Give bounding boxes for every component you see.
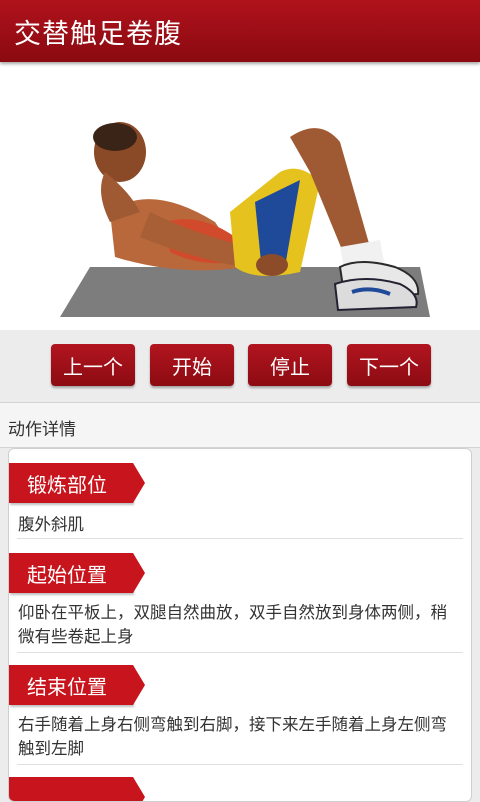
hand bbox=[256, 254, 288, 276]
details-section-title: 动作详情 bbox=[8, 420, 76, 440]
hair bbox=[93, 123, 137, 151]
crunch-figure-image bbox=[60, 122, 430, 317]
detail-tag: 锻炼部位 bbox=[9, 463, 145, 503]
detail-item-target-muscle: 锻炼部位 腹外斜肌 bbox=[9, 463, 471, 543]
detail-tag: 起始位置 bbox=[9, 553, 145, 593]
start-button[interactable]: 开始 bbox=[150, 344, 234, 386]
divider bbox=[17, 652, 463, 653]
detail-tag: 结束位置 bbox=[9, 665, 145, 705]
details-card[interactable]: 锻炼部位 腹外斜肌 起始位置 仰卧在平板上，双腿自然曲放，双手自然放到身体两侧，… bbox=[8, 448, 472, 802]
detail-text: 仰卧在平板上，双腿自然曲放，双手自然放到身体两侧，稍微有些卷起上身 bbox=[18, 603, 447, 646]
divider bbox=[17, 538, 463, 539]
title-bar: 交替触足卷腹 bbox=[0, 0, 480, 62]
detail-text: 腹外斜肌 bbox=[18, 515, 84, 534]
exercise-illustration bbox=[0, 62, 480, 330]
page-title: 交替触足卷腹 bbox=[14, 19, 182, 50]
detail-text: 右手随着上身右侧弯触到右脚，接下来左手随着上身左侧弯触到左脚 bbox=[18, 715, 447, 758]
detail-item-start-position: 起始位置 仰卧在平板上，双腿自然曲放，双手自然放到身体两侧，稍微有些卷起上身 bbox=[9, 553, 471, 653]
detail-tag-partial bbox=[9, 777, 145, 801]
exercise-controls: 上一个 开始 停止 下一个 bbox=[0, 330, 480, 402]
detail-item-end-position: 结束位置 右手随着上身右侧弯触到右脚，接下来左手随着上身左侧弯触到左脚 bbox=[9, 665, 471, 765]
previous-button[interactable]: 上一个 bbox=[51, 344, 135, 386]
details-section-header: 动作详情 bbox=[0, 402, 480, 448]
next-button[interactable]: 下一个 bbox=[347, 344, 431, 386]
divider bbox=[17, 764, 463, 765]
stop-button[interactable]: 停止 bbox=[248, 344, 332, 386]
